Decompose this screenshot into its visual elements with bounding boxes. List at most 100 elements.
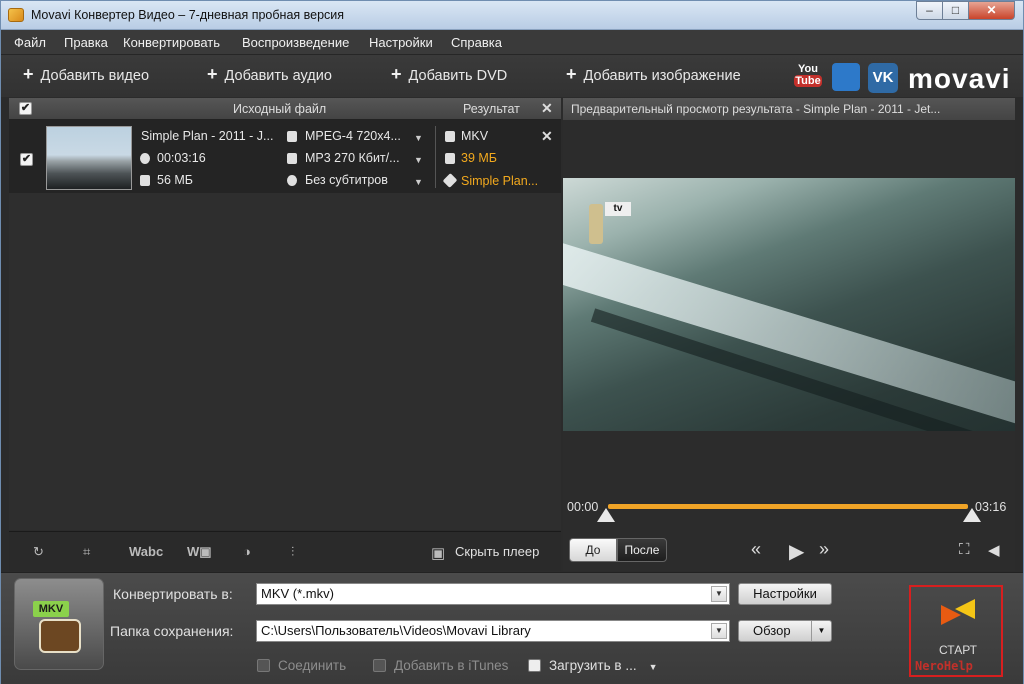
select-all-checkbox[interactable]: ✔ — [19, 102, 32, 115]
checkbox-box — [257, 659, 270, 672]
result-header: Результат — [463, 102, 520, 116]
save-folder-field[interactable]: C:\Users\Пользователь\Videos\Movavi Libr… — [256, 620, 730, 642]
equalizer-icon[interactable]: ⫶ — [291, 544, 294, 560]
menu-settings[interactable]: Настройки — [369, 35, 433, 50]
crop-icon[interactable]: ⌗ — [83, 544, 90, 560]
timeline-track[interactable] — [608, 504, 968, 509]
file-list-header: ✔ Исходный файл Результат ✕ — [9, 98, 561, 120]
result-size: 39 МБ — [461, 151, 497, 165]
toolbar: + Добавить видео + Добавить аудио + Добавит… — [1, 55, 1023, 97]
add-image-button[interactable]: + Добавить изображение — [566, 64, 741, 84]
time-end: 03:16 — [975, 500, 1007, 514]
add-audio-button[interactable]: + Добавить аудио — [207, 65, 332, 84]
odnoklassniki-icon[interactable] — [832, 63, 860, 91]
audio-track[interactable]: MP3 270 Кбит/... — [305, 151, 400, 165]
window-title: Movavi Конвертер Видео – 7-дневная пробн… — [31, 8, 345, 22]
movavi-logo: movavi — [908, 63, 1011, 94]
checkbox-box — [373, 659, 386, 672]
subtitles-track[interactable]: Без субтитров — [305, 173, 388, 187]
fast-forward-icon[interactable]: » — [819, 539, 829, 560]
close-window-button[interactable]: ✕ — [968, 1, 1015, 20]
preview-header: Предварительный просмотр результата - Si… — [563, 98, 1015, 120]
join-checkbox[interactable]: Соединить — [257, 658, 346, 673]
save-folder-value: C:\Users\Пользователь\Videos\Movavi Libr… — [261, 623, 531, 638]
maximize-button[interactable]: □ — [942, 1, 969, 20]
video-overlay-tv: tv — [605, 202, 631, 216]
chevron-down-icon[interactable]: ▼ — [414, 133, 423, 143]
browse-button[interactable]: Обзор ▼ — [738, 620, 832, 642]
timeline[interactable]: 00:00 03:16 — [563, 496, 1015, 526]
hide-player-icon[interactable]: ▣ — [431, 544, 445, 562]
subtitles-icon — [287, 175, 297, 186]
settings-button[interactable]: Настройки — [738, 583, 832, 605]
add-image-label: Добавить изображение — [583, 68, 741, 84]
menu-playback[interactable]: Воспроизведение — [242, 35, 349, 50]
time-start: 00:00 — [567, 500, 599, 514]
add-dvd-button[interactable]: + Добавить DVD — [391, 64, 507, 84]
trim-start-handle[interactable] — [597, 508, 615, 522]
play-icon[interactable]: ▶ — [789, 539, 804, 564]
tv-icon — [39, 619, 81, 653]
upload-to-checkbox[interactable]: Загрузить в ... ▼ — [528, 658, 658, 673]
title-bar: Movavi Конвертер Видео – 7-дневная пробн… — [1, 1, 1023, 30]
chevron-down-icon[interactable]: ▼ — [414, 177, 423, 187]
add-video-button[interactable]: + Добавить видео — [23, 65, 149, 84]
plus-icon: + — [566, 64, 577, 84]
contrast-icon[interactable]: ◑ — [243, 544, 251, 559]
file-size: 56 МБ — [157, 173, 193, 187]
list-item[interactable]: ✔ Simple Plan - 2011 - J... 00:03:16 56 … — [9, 120, 561, 193]
hide-player-button[interactable]: Скрыть плеер — [455, 544, 539, 559]
menu-help[interactable]: Справка — [451, 35, 502, 50]
text-watermark-icon[interactable]: Wabc — [129, 544, 163, 559]
fullscreen-icon[interactable]: ⛶ — [959, 541, 970, 558]
output-format-icon[interactable]: MKV — [14, 578, 104, 670]
convert-to-select[interactable]: MKV (*.mkv) ▼ — [256, 583, 730, 605]
add-audio-label: Добавить аудио — [224, 68, 332, 84]
browse-label: Обзор — [753, 623, 791, 638]
clock-icon — [140, 153, 150, 164]
video-preview[interactable]: tv — [563, 178, 1015, 431]
speaker-icon — [287, 153, 297, 164]
player-controls: До После « ▶ » ⛶ ◀ — [563, 531, 1015, 571]
youtube-bottom-text: Tube — [794, 75, 822, 87]
youtube-icon[interactable]: You Tube — [794, 63, 822, 91]
video-track[interactable]: MPEG-4 720x4... — [305, 129, 401, 143]
footer-panel: MKV Конвертировать в: MKV (*.mkv) ▼ Наст… — [1, 572, 1023, 684]
remove-file-icon[interactable]: ✕ — [541, 128, 553, 145]
minimize-button[interactable]: – — [916, 1, 943, 20]
device-icon — [445, 131, 455, 142]
before-toggle[interactable]: До — [569, 538, 617, 562]
menu-bar: Файл Правка Конвертировать Воспроизведен… — [1, 30, 1023, 55]
app-icon — [8, 8, 24, 22]
video-thumbnail[interactable] — [46, 126, 132, 190]
itunes-label: Добавить в iTunes — [394, 658, 509, 673]
pencil-icon[interactable] — [442, 173, 458, 188]
close-icon[interactable]: ✕ — [541, 100, 553, 117]
source-file-header: Исходный файл — [233, 102, 327, 116]
row-checkbox[interactable]: ✔ — [20, 153, 33, 166]
join-label: Соединить — [278, 658, 347, 673]
chevron-down-icon[interactable]: ▼ — [414, 155, 423, 165]
column-divider — [435, 126, 436, 188]
rewind-icon[interactable]: « — [751, 539, 761, 560]
menu-convert[interactable]: Конвертировать — [123, 35, 220, 50]
image-watermark-icon[interactable]: W▣ — [187, 544, 212, 560]
chevron-down-icon[interactable]: ▼ — [711, 623, 727, 639]
rotate-icon[interactable]: ↻ — [33, 544, 44, 560]
menu-edit[interactable]: Правка — [64, 35, 108, 50]
edit-toolbar: ↻ ⌗ Wabc W▣ ◑ ⫶ ▣ Скрыть плеер — [9, 531, 561, 571]
result-name[interactable]: Simple Plan... — [461, 174, 538, 188]
chevron-down-icon[interactable]: ▼ — [711, 586, 727, 602]
volume-icon[interactable]: ◀ — [988, 541, 1000, 559]
file-duration: 00:03:16 — [157, 151, 206, 165]
after-toggle[interactable]: После — [617, 538, 667, 562]
plus-icon: + — [391, 64, 402, 84]
convert-to-value: MKV (*.mkv) — [261, 586, 334, 601]
menu-file[interactable]: Файл — [14, 35, 46, 50]
start-button[interactable]: СТАРТ NeroHelp — [909, 585, 1003, 677]
add-to-itunes-checkbox[interactable]: Добавить в iTunes — [373, 658, 508, 673]
vk-icon[interactable]: VK — [868, 63, 898, 93]
chevron-down-icon[interactable]: ▼ — [649, 662, 658, 672]
chevron-down-icon[interactable]: ▼ — [811, 621, 831, 641]
save-folder-label: Папка сохранения: — [110, 623, 234, 639]
